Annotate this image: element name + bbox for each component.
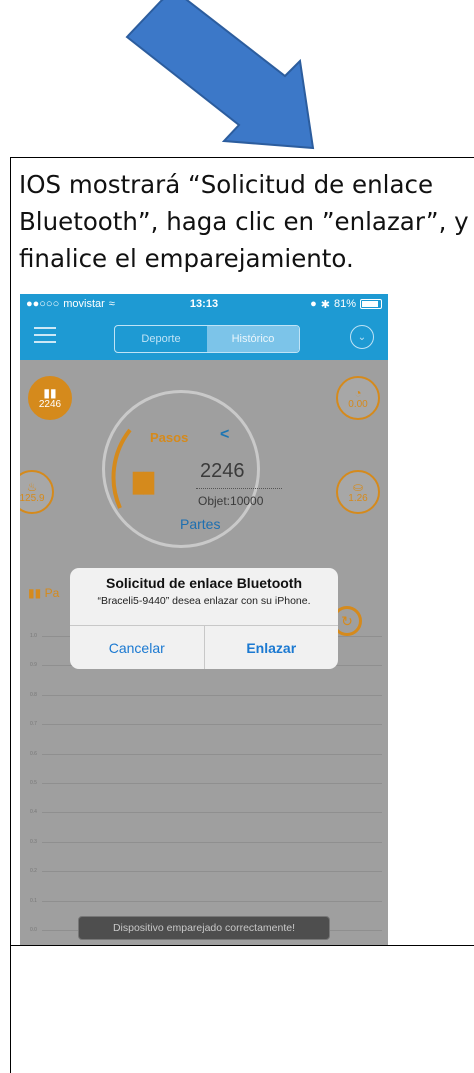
goal-value: Objet:10000 [198, 494, 264, 508]
chart-gridline [42, 724, 382, 726]
divider [11, 945, 474, 946]
calories-badge[interactable]: ♨ 125.9 [20, 470, 54, 514]
chart-gridline [42, 812, 382, 814]
cancel-button[interactable]: Cancelar [70, 626, 204, 669]
y-axis-label: 0.9 [30, 662, 37, 669]
steps-badge[interactable]: ▮▮ 2246 [28, 376, 72, 420]
y-axis-label: 0.5 [30, 780, 37, 786]
steps-title: Pasos [150, 430, 189, 445]
tab-historico[interactable]: Histórico [207, 326, 299, 352]
y-axis-label: 0.7 [30, 721, 37, 728]
chart-title: ▮▮ Pa [28, 586, 60, 600]
chevron-down-icon[interactable]: ⌄ [350, 325, 374, 349]
alert-message: “Braceli5-9440” desea enlazar con su iPh… [97, 595, 311, 607]
divider [196, 488, 282, 489]
chart-gridline [42, 753, 382, 755]
y-axis-label: 0.1 [30, 897, 37, 904]
time-badge[interactable]: ◔ 0.00 [336, 376, 380, 420]
menu-icon[interactable] [34, 327, 56, 345]
y-axis-label: 0.2 [30, 868, 37, 875]
flame-icon: ♨ [26, 479, 38, 494]
nav-bar: Deporte Histórico ⌄ [20, 314, 388, 360]
clock: 13:13 [189, 298, 219, 310]
battery-icon [360, 299, 382, 309]
status-bar: ●●○○○ movistar ≈ 13:13 ● ✱ 81% [20, 294, 388, 314]
footprints-icon: ▮▮ [43, 385, 57, 400]
chart-gridline [42, 841, 382, 843]
partes-link[interactable]: Partes [180, 516, 220, 532]
chart-gridline [42, 871, 382, 873]
view-segmented-control: Deporte Histórico [114, 325, 300, 353]
alert-buttons: Cancelar Enlazar [70, 625, 338, 669]
y-axis-label: 1.0 [30, 633, 37, 639]
chart-gridline [42, 783, 382, 784]
y-axis-label: 0.0 [30, 927, 37, 933]
pointer-arrow-icon [125, 0, 315, 150]
steps-value: 2246 [200, 460, 245, 482]
clock-icon: ◔ [354, 385, 362, 400]
distance-badge[interactable]: ⛀ 1.26 [336, 470, 380, 514]
bluetooth-pairing-alert: Solicitud de enlace Bluetooth “Braceli5-… [70, 568, 338, 669]
y-axis-label: 0.3 [30, 838, 37, 845]
y-axis-label: 0.8 [30, 691, 37, 698]
tab-deporte[interactable]: Deporte [115, 326, 207, 352]
alert-title: Solicitud de enlace Bluetooth [105, 575, 303, 591]
footprints-icon: ▮▮ [130, 465, 157, 498]
chart-gridline [42, 694, 382, 696]
pair-button[interactable]: Enlazar [203, 626, 339, 669]
instruction-text: IOS mostrará “Solicitud de enlace Blueto… [19, 170, 469, 273]
share-icon[interactable]: < [220, 426, 229, 444]
y-axis-label: 0.6 [30, 750, 37, 757]
y-axis-label: 0.4 [30, 809, 37, 816]
chart-gridline [42, 900, 382, 902]
distance-icon: ⛀ [352, 479, 364, 494]
footprints-icon: ▮▮ [28, 586, 42, 600]
toast-message: Dispositivo emparejado correctamente! [78, 916, 330, 940]
